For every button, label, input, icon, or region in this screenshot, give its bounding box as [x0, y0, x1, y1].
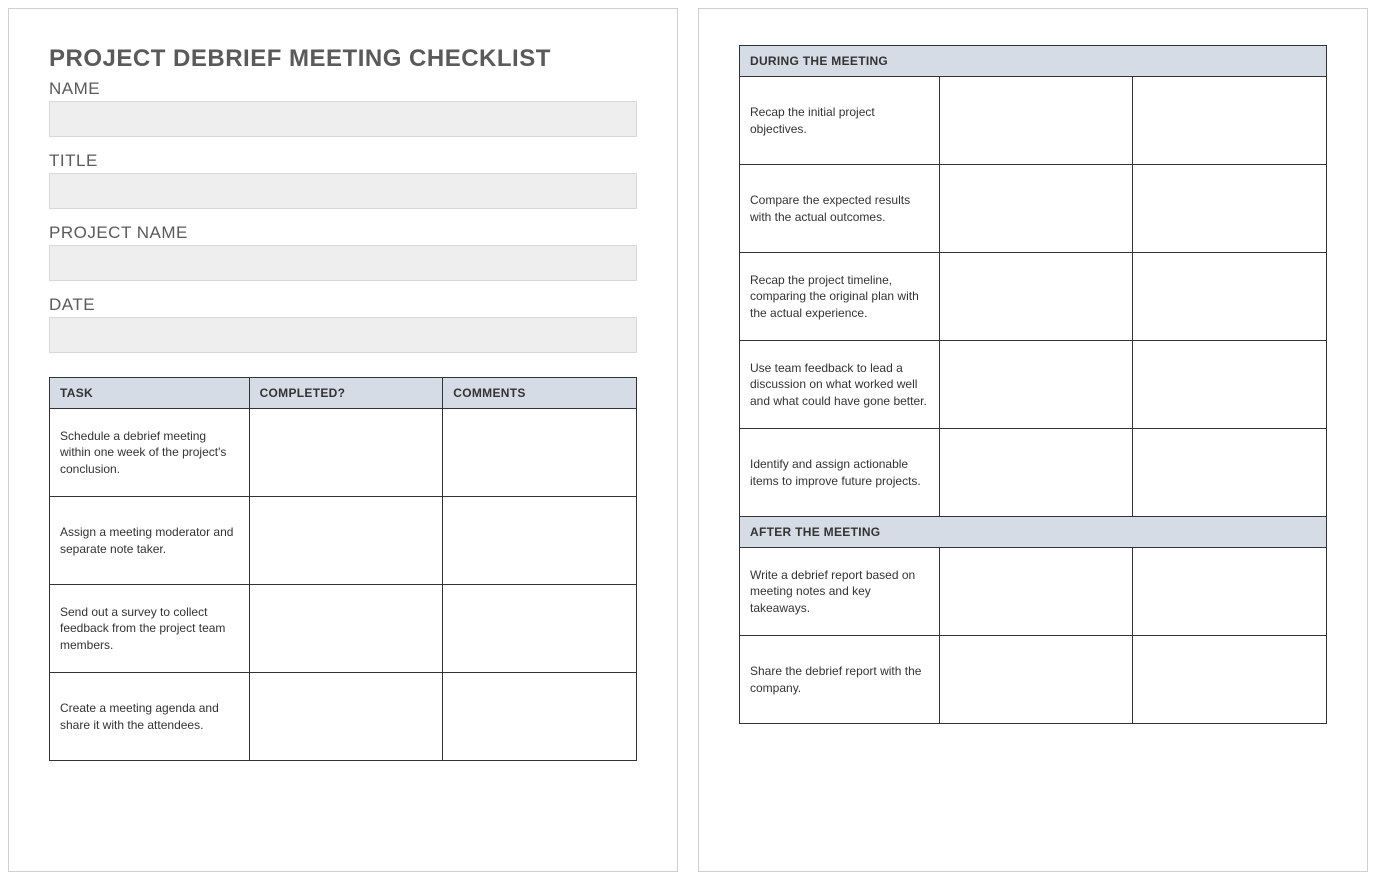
section-after-label: AFTER THE MEETING [740, 517, 1327, 548]
table-row: Recap the initial project objectives. [740, 77, 1327, 165]
task-text: Recap the initial project objectives. [740, 77, 940, 165]
completed-cell[interactable] [249, 673, 443, 761]
table-row: Identify and assign actionable items to … [740, 429, 1327, 517]
comments-cell[interactable] [1133, 548, 1327, 636]
section-header-after: AFTER THE MEETING [740, 517, 1327, 548]
title-label: TITLE [49, 151, 637, 171]
project-name-label: PROJECT NAME [49, 223, 637, 243]
completed-cell[interactable] [249, 497, 443, 585]
table-header-row: TASK COMPLETED? COMMENTS [50, 378, 637, 409]
document-page-2: DURING THE MEETING Recap the initial pro… [698, 8, 1368, 872]
completed-cell[interactable] [939, 429, 1133, 517]
comments-cell[interactable] [1133, 77, 1327, 165]
task-text: Share the debrief report with the compan… [740, 636, 940, 724]
task-text: Identify and assign actionable items to … [740, 429, 940, 517]
table-row: Assign a meeting moderator and separate … [50, 497, 637, 585]
comments-cell[interactable] [1133, 165, 1327, 253]
comments-cell[interactable] [443, 673, 637, 761]
table-row: Send out a survey to collect feedback fr… [50, 585, 637, 673]
title-input[interactable] [49, 173, 637, 209]
table-row: Write a debrief report based on meeting … [740, 548, 1327, 636]
task-text: Assign a meeting moderator and separate … [50, 497, 250, 585]
project-name-field-group: PROJECT NAME [49, 223, 637, 281]
table-row: Share the debrief report with the compan… [740, 636, 1327, 724]
table-row: Recap the project timeline, comparing th… [740, 253, 1327, 341]
date-label: DATE [49, 295, 637, 315]
table-row: Compare the expected results with the ac… [740, 165, 1327, 253]
document-page-1: PROJECT DEBRIEF MEETING CHECKLIST NAME T… [8, 8, 678, 872]
title-field-group: TITLE [49, 151, 637, 209]
task-text: Compare the expected results with the ac… [740, 165, 940, 253]
col-comments: COMMENTS [443, 378, 637, 409]
task-text: Create a meeting agenda and share it wit… [50, 673, 250, 761]
project-name-input[interactable] [49, 245, 637, 281]
name-label: NAME [49, 79, 637, 99]
checklist-table-page1: TASK COMPLETED? COMMENTS Schedule a debr… [49, 377, 637, 761]
table-row: Create a meeting agenda and share it wit… [50, 673, 637, 761]
comments-cell[interactable] [443, 497, 637, 585]
document-title: PROJECT DEBRIEF MEETING CHECKLIST [49, 45, 637, 73]
comments-cell[interactable] [443, 585, 637, 673]
task-text: Send out a survey to collect feedback fr… [50, 585, 250, 673]
comments-cell[interactable] [1133, 636, 1327, 724]
completed-cell[interactable] [249, 585, 443, 673]
comments-cell[interactable] [1133, 253, 1327, 341]
comments-cell[interactable] [1133, 429, 1327, 517]
completed-cell[interactable] [249, 409, 443, 497]
table-row: Use team feedback to lead a discussion o… [740, 341, 1327, 429]
completed-cell[interactable] [939, 77, 1133, 165]
task-text: Write a debrief report based on meeting … [740, 548, 940, 636]
task-text: Recap the project timeline, comparing th… [740, 253, 940, 341]
name-input[interactable] [49, 101, 637, 137]
comments-cell[interactable] [1133, 341, 1327, 429]
date-field-group: DATE [49, 295, 637, 353]
task-text: Use team feedback to lead a discussion o… [740, 341, 940, 429]
comments-cell[interactable] [443, 409, 637, 497]
checklist-table-page2: DURING THE MEETING Recap the initial pro… [739, 45, 1327, 724]
completed-cell[interactable] [939, 548, 1133, 636]
completed-cell[interactable] [939, 165, 1133, 253]
name-field-group: NAME [49, 79, 637, 137]
col-completed: COMPLETED? [249, 378, 443, 409]
task-text: Schedule a debrief meeting within one we… [50, 409, 250, 497]
section-header-during: DURING THE MEETING [740, 46, 1327, 77]
completed-cell[interactable] [939, 636, 1133, 724]
completed-cell[interactable] [939, 341, 1133, 429]
section-during-label: DURING THE MEETING [740, 46, 1327, 77]
completed-cell[interactable] [939, 253, 1133, 341]
col-task: TASK [50, 378, 250, 409]
date-input[interactable] [49, 317, 637, 353]
table-row: Schedule a debrief meeting within one we… [50, 409, 637, 497]
